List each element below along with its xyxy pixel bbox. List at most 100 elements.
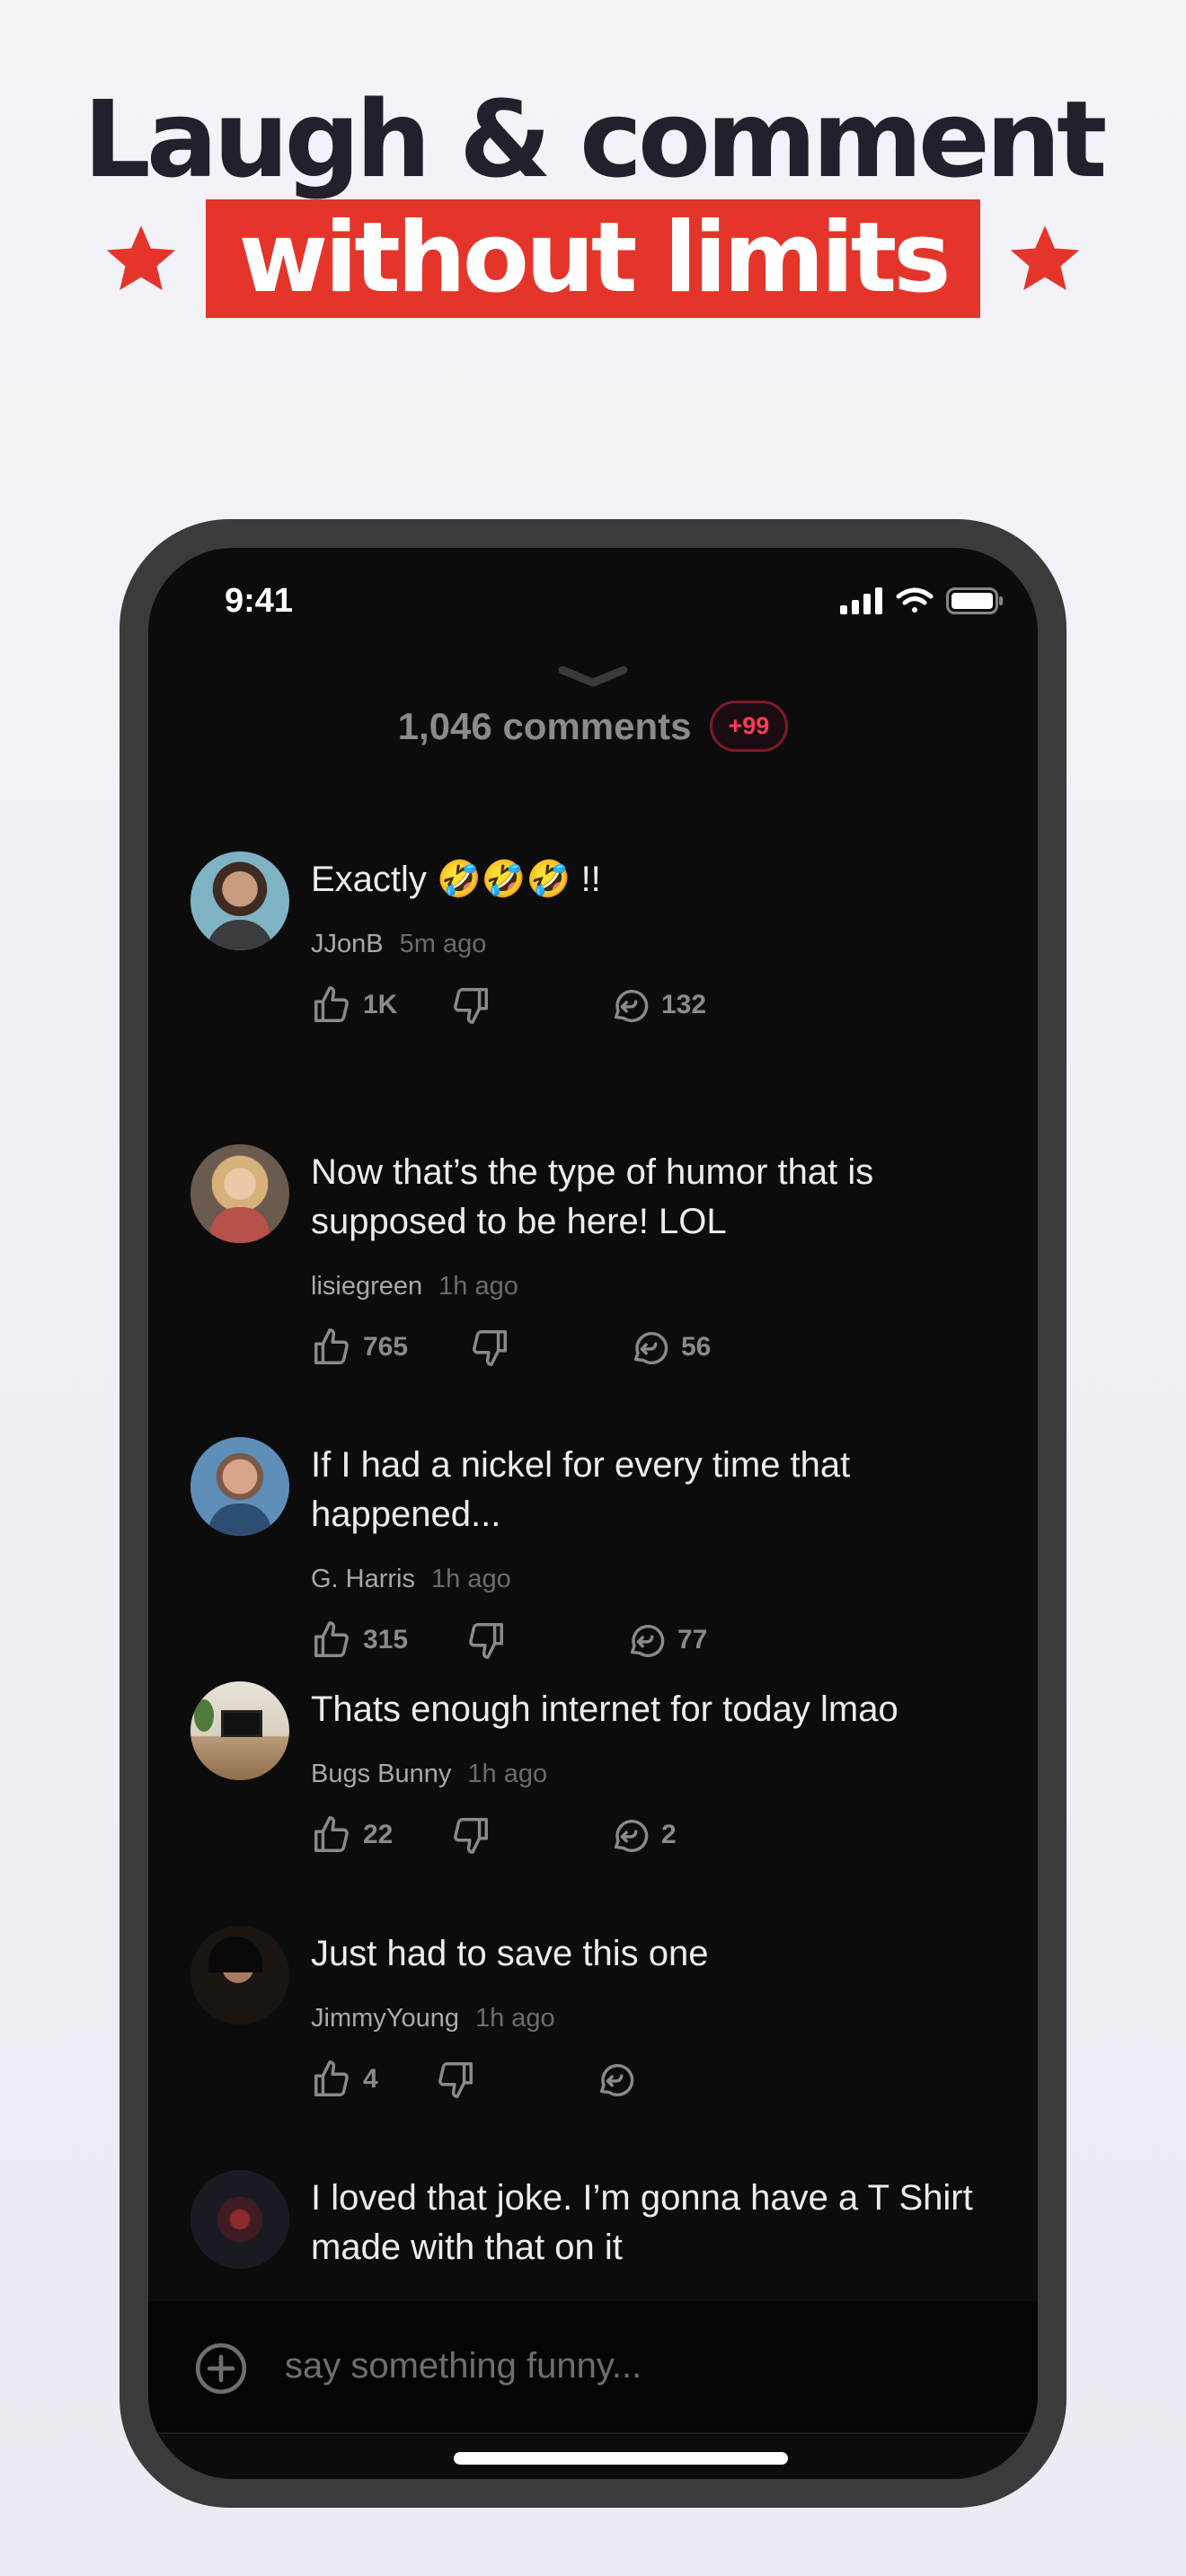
thumbs-down-icon (454, 988, 488, 1024)
thumbs-down-icon (469, 1623, 503, 1659)
thumbs-down-icon (473, 1330, 507, 1366)
comment-username[interactable]: JJonB (311, 930, 384, 958)
thumbs-down-icon (438, 2062, 473, 2098)
comment-username[interactable]: G. Harris (311, 1565, 415, 1593)
comment-count-row: 1,046 comments +99 (148, 701, 1038, 752)
comment-item: If I had a nickel for every time that ha… (148, 1430, 1038, 1674)
avatar[interactable] (190, 851, 289, 950)
comment-meta: lisiegreen 1h ago (311, 1272, 984, 1301)
thumbs-up-icon (314, 2060, 349, 2096)
comment-meta: Bugs Bunny 1h ago (311, 1760, 984, 1789)
like-count: 1K (363, 990, 398, 1019)
comment-text: I loved that joke. I’m gonna have a T Sh… (311, 2178, 973, 2267)
status-bar: 9:41 (148, 548, 1038, 656)
thumbs-down-icon (454, 1818, 488, 1854)
phone-screen: 9:41 1,046 comments +99 Exactly 🤣🤣🤣 !! J… (148, 548, 1038, 2479)
reply-button[interactable]: 132 (609, 984, 706, 1026)
comment-time: 5m ago (399, 930, 487, 958)
chevron-down-icon[interactable] (557, 665, 629, 688)
phone-frame: 9:41 1,046 comments +99 Exactly 🤣🤣🤣 !! J… (119, 519, 1067, 2508)
reply-button[interactable]: 77 (625, 1619, 707, 1661)
comment-text: If I had a nickel for every time that ha… (311, 1445, 851, 1534)
like-button[interactable]: 1K (311, 984, 397, 1026)
comment-actions: 315 77 (311, 1619, 984, 1664)
avatar[interactable] (190, 1437, 289, 1536)
like-button[interactable]: 315 (311, 1619, 408, 1661)
comment-username[interactable]: lisiegreen (311, 1272, 422, 1301)
like-count: 4 (363, 2064, 378, 2094)
like-button[interactable]: 765 (311, 1327, 408, 1368)
star-icon (1010, 225, 1079, 290)
status-icons (840, 587, 1004, 614)
plus-circle-icon[interactable] (193, 2341, 249, 2396)
comment-input[interactable]: say something funny... (285, 2346, 642, 2386)
avatar[interactable] (190, 1926, 289, 2025)
comment-meta: G. Harris 1h ago (311, 1565, 984, 1594)
thumbs-up-icon (314, 1816, 349, 1852)
like-count: 315 (363, 1625, 409, 1654)
dislike-button[interactable] (469, 1327, 510, 1368)
like-button[interactable]: 22 (311, 1814, 393, 1856)
comment-username[interactable]: Bugs Bunny (311, 1760, 451, 1788)
avatar[interactable] (190, 2170, 289, 2269)
star-icon (107, 225, 176, 290)
comment-meta: JJonB 5m ago (311, 930, 984, 959)
comment-actions: 1K 132 (311, 984, 984, 1029)
thumbs-up-icon (314, 1328, 349, 1364)
headline-highlight: without limits (206, 199, 980, 318)
status-time: 9:41 (225, 582, 294, 620)
reply-icon (630, 1625, 665, 1657)
like-count: 22 (363, 1820, 394, 1849)
dislike-button[interactable] (450, 1814, 491, 1856)
comment-time: 1h ago (474, 2004, 555, 2033)
comment-count: 1,046 comments (397, 704, 692, 747)
comment-text: Just had to save this one (311, 1934, 709, 1973)
comment-actions: 765 56 (311, 1327, 984, 1372)
comment-item: Thats enough internet for today lmao Bug… (148, 1674, 1038, 1919)
comment-actions: 22 2 (311, 1814, 984, 1859)
reply-icon (633, 1332, 668, 1364)
comment-item: Exactly 🤣🤣🤣 !! JJonB 5m ago 1K 132 (148, 844, 1038, 1137)
comment-text: Thats enough internet for today lmao (311, 1689, 898, 1729)
dislike-button[interactable] (465, 1619, 507, 1661)
battery-icon (946, 587, 1003, 614)
wifi-icon (896, 587, 934, 613)
reply-button[interactable]: 2 (609, 1814, 677, 1856)
comment-actions: 4 (311, 2059, 984, 2104)
reply-icon (614, 990, 649, 1022)
comment-time: 1h ago (438, 1272, 518, 1301)
new-comments-badge[interactable]: +99 (709, 701, 789, 752)
reply-count: 77 (677, 1625, 708, 1654)
comments-header: 1,046 comments +99 (148, 665, 1038, 752)
home-indicator[interactable] (454, 2452, 788, 2465)
comment-input-bar: say something funny... (148, 2301, 1038, 2434)
reply-count: 2 (661, 1820, 677, 1849)
comment-username[interactable]: JimmyYoung (311, 2004, 459, 2033)
like-button[interactable]: 4 (311, 2059, 378, 2100)
headline-line2: without limits (0, 199, 1186, 318)
avatar[interactable] (190, 1144, 289, 1243)
avatar[interactable] (190, 1681, 289, 1780)
comment-meta: JimmyYoung 1h ago (311, 2004, 984, 2033)
reply-count: 132 (661, 990, 707, 1019)
reply-count: 56 (681, 1332, 712, 1362)
comment-text: Exactly 🤣🤣🤣 !! (311, 860, 601, 899)
like-count: 765 (363, 1332, 409, 1362)
reply-icon (614, 1820, 649, 1852)
comment-time: 1h ago (467, 1760, 548, 1788)
signal-icon (840, 587, 882, 614)
headline: Laugh & comment without limits (0, 81, 1186, 318)
comment-text: Now that’s the type of humor that is sup… (311, 1152, 874, 1241)
dislike-button[interactable] (435, 2059, 476, 2100)
reply-button[interactable] (595, 2059, 636, 2100)
comment-item: Just had to save this one JimmyYoung 1h a… (148, 1919, 1038, 2163)
dislike-button[interactable] (450, 984, 491, 1026)
comment-item: Now that’s the type of humor that is sup… (148, 1137, 1038, 1430)
thumbs-up-icon (314, 1621, 349, 1657)
thumbs-up-icon (314, 986, 349, 1022)
reply-button[interactable]: 56 (629, 1327, 711, 1368)
comment-list: Exactly 🤣🤣🤣 !! JJonB 5m ago 1K 132 Now t… (148, 844, 1038, 2342)
reply-icon (599, 2064, 634, 2096)
comment-time: 1h ago (431, 1565, 511, 1593)
headline-line1: Laugh & comment (83, 77, 1108, 201)
